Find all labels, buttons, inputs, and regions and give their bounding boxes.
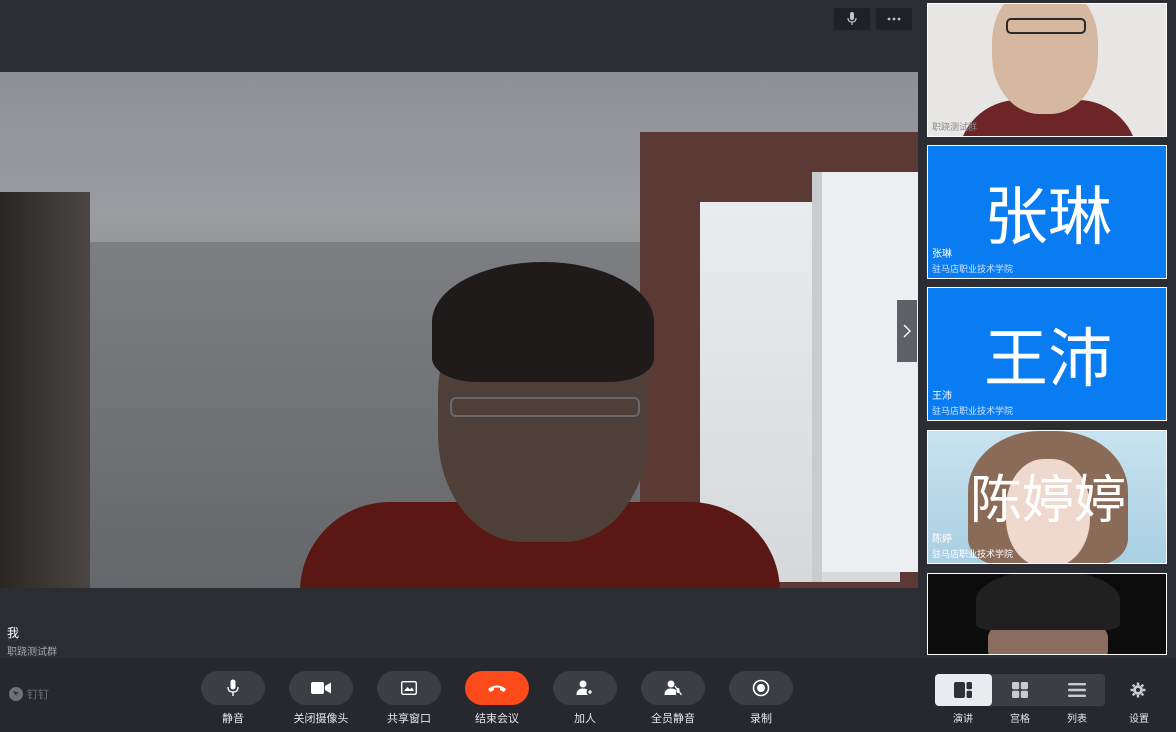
list-view-label: 列表 (1067, 714, 1087, 725)
participant-org: 职跷测试群 (932, 123, 978, 133)
layout-switcher (935, 674, 1105, 706)
mute-all-button[interactable] (641, 671, 705, 705)
main-video-area: 我 职跷测试群 (0, 0, 918, 658)
record-label: 录制 (750, 712, 772, 725)
record-control[interactable]: 录制 (729, 671, 793, 726)
list-view-button[interactable] (1048, 674, 1105, 706)
more-dots-icon (887, 17, 901, 21)
end-meeting-button[interactable] (465, 671, 529, 705)
mute-button[interactable] (201, 671, 265, 705)
participant-name: 张琳 (932, 249, 952, 260)
microphone-icon (227, 679, 239, 696)
chevron-right-icon (903, 324, 911, 338)
person-glasses (450, 397, 640, 417)
add-person-button[interactable] (553, 671, 617, 705)
brand-label: 钉钉 (27, 688, 49, 701)
camera-off-button[interactable] (289, 671, 353, 705)
participant-photo-glasses (1006, 18, 1086, 34)
list-layout-icon (1067, 683, 1086, 697)
gear-icon (1130, 682, 1146, 698)
participant-avatar-text: 王沛 (984, 323, 1112, 397)
microphone-icon (847, 12, 857, 25)
video-window-pane-right (820, 172, 918, 572)
add-person-control[interactable]: 加人 (553, 671, 617, 726)
brand: 钉钉 (9, 686, 49, 702)
participant-org: 驻马店职业技术学院 (932, 265, 1014, 275)
mute-all-control[interactable]: 全员静音 (641, 671, 705, 726)
mute-control[interactable]: 静音 (201, 671, 265, 726)
camera-control[interactable]: 关闭摄像头 (289, 671, 353, 726)
record-button[interactable] (729, 671, 793, 705)
expand-participants-button[interactable] (897, 300, 917, 362)
share-screen-icon (401, 681, 417, 695)
speaker-view-button[interactable] (935, 674, 992, 706)
share-window-button[interactable] (377, 671, 441, 705)
participant-org: 驻马店职业技术学院 (932, 407, 1014, 417)
participant-tile-1[interactable]: 职跷测试群 (927, 3, 1167, 137)
participant-photo-hat (976, 574, 1120, 630)
record-icon (752, 679, 770, 697)
video-left-wall (0, 192, 90, 588)
end-meeting-control[interactable]: 结束会议 (465, 671, 529, 726)
mute-all-icon (664, 680, 682, 696)
add-person-icon (576, 680, 594, 696)
bottom-toolbar: 钉钉 静音 关闭摄像头 共享窗口 结束会议 加人 全员静音 录制 演讲 宫格 列… (0, 658, 1176, 732)
settings-button[interactable] (1128, 680, 1148, 700)
settings-label: 设置 (1129, 714, 1149, 725)
person-hair (432, 262, 654, 382)
participant-tile-4[interactable]: 陈婷婷 陈婷 驻马店职业技术学院 (927, 430, 1167, 564)
grid-view-button[interactable] (992, 674, 1049, 706)
speaker-layout-icon (954, 682, 973, 698)
self-name-label: 我 (7, 626, 20, 640)
speaker-view-label: 演讲 (953, 714, 973, 725)
self-video-feed (0, 72, 918, 588)
grid-view-label: 宫格 (1010, 714, 1030, 725)
hang-up-icon (488, 685, 506, 692)
participant-avatar-text: 陈婷婷 (969, 471, 1126, 531)
video-camera-icon (311, 682, 331, 694)
camera-off-label: 关闭摄像头 (293, 712, 349, 725)
dingtalk-logo-icon (9, 687, 23, 701)
more-options-button[interactable] (876, 8, 912, 30)
mute-label: 静音 (222, 712, 244, 725)
mute-all-label: 全员静音 (651, 712, 695, 725)
top-tools (834, 8, 912, 30)
participant-org: 驻马店职业技术学院 (932, 550, 1014, 560)
participant-name: 王沛 (932, 391, 952, 402)
end-meeting-label: 结束会议 (475, 712, 519, 725)
participant-tile-3[interactable]: 王沛 王沛 驻马店职业技术学院 (927, 287, 1167, 421)
participant-tile-2[interactable]: 张琳 张琳 驻马店职业技术学院 (927, 145, 1167, 279)
participant-name: 陈婷 (932, 534, 952, 545)
meeting-window: 我 职跷测试群 职跷测试群 张琳 张琳 驻马店职业技术学院 王沛 王沛 驻马店职… (0, 0, 1176, 732)
participant-avatar-text: 张琳 (984, 181, 1112, 255)
participant-tile-5[interactable] (927, 573, 1167, 655)
mic-status-button[interactable] (834, 8, 870, 30)
video-window-mullion (812, 172, 822, 582)
add-person-label: 加人 (574, 712, 596, 725)
self-group-label: 职跷测试群 (7, 647, 57, 658)
share-window-label: 共享窗口 (387, 712, 431, 725)
video-person (300, 262, 780, 588)
grid-layout-icon (1012, 682, 1028, 698)
share-control[interactable]: 共享窗口 (377, 671, 441, 726)
